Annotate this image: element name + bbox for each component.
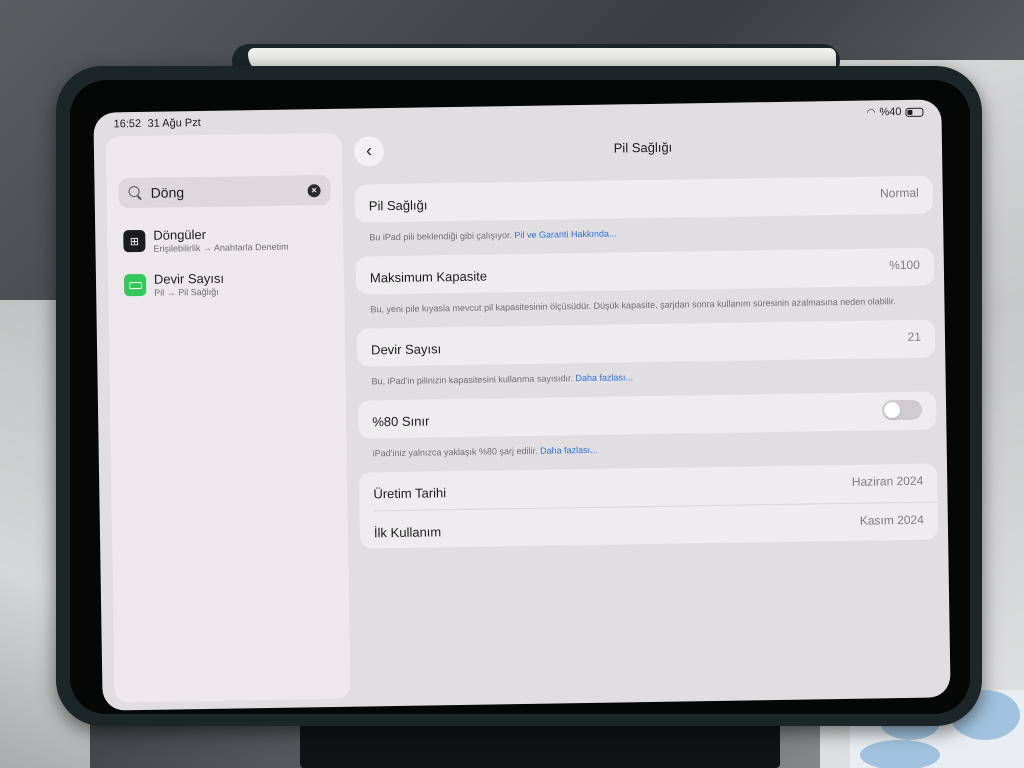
status-right: ◠ %40 [867,106,924,119]
max-capacity-footnote: Bu, yeni pile kıyasla mevcut pil kapasit… [370,296,896,315]
cycle-more-link[interactable]: Daha fazlası... [575,372,633,383]
clear-icon[interactable]: × [307,183,321,197]
battery-health-card: Pil Sağlığı Normal [354,175,934,223]
search-result-donguler[interactable]: ⊞ Döngüler Erişilebilirlik → Anahtarla D… [123,225,333,254]
search-icon [129,186,143,200]
search-field[interactable]: Döng × [118,174,331,209]
status-time: 16:52 [113,117,142,131]
result-subtitle: Pil → Pil Sağlığı [154,286,219,298]
first-use-row: İlk Kullanım Kasım 2024 [373,501,939,549]
battery-app-icon [123,273,147,297]
manufacture-date-label: Üretim Tarihi [373,485,447,502]
limit-80-card: %80 Sınır [357,391,937,439]
manufacture-date-value: Haziran 2024 [851,473,924,489]
limit-80-toggle[interactable] [881,399,923,421]
wifi-icon: ◠ [866,106,876,119]
limit-80-label: %80 Sınır [372,413,430,430]
battery-health-row[interactable]: Pil Sağlığı Normal [355,176,934,223]
dates-card: Üretim Tarihi Haziran 2024 İlk Kullanım … [359,463,939,549]
footnote-text: Bu iPad pili beklendiği gibi çalışıyor. [369,230,513,243]
battery-percent: %40 [879,106,902,119]
footnote-text: Bu, iPad'in pilinizin kapasitesini kulla… [371,373,573,387]
result-title: Devir Sayısı [153,270,225,287]
max-capacity-label: Maksimum Kapasite [369,268,488,286]
footnote-text: iPad'iniz yalnızca yaklaşık %80 şarj edi… [372,445,538,459]
battery-health-value: Normal [879,185,919,201]
warranty-link[interactable]: Pil ve Garanti Hakkında... [514,228,616,240]
battery-icon [905,107,924,117]
battery-health-footnote: Bu iPad pili beklendiği gibi çalışıyor. … [369,228,616,242]
max-capacity-value: %100 [889,257,920,273]
limit-80-row: %80 Sınır [358,391,937,438]
accessibility-icon: ⊞ [123,229,146,253]
result-subtitle: Erişilebilirlik → Anahtarla Denetim [153,241,289,254]
limit-more-link[interactable]: Daha fazlası... [540,445,598,456]
battery-health-page: ‹ Pil Sağlığı Pil Sağlığı Normal Bu iPad… [350,123,945,698]
max-capacity-row: Maksimum Kapasite %100 [356,248,935,295]
search-input[interactable]: Döng [150,182,307,201]
cycle-count-card: Devir Sayısı 21 [356,319,936,367]
page-title: Pil Sağlığı [613,139,673,156]
cycle-count-footnote: Bu, iPad'in pilinizin kapasitesini kulla… [372,372,633,386]
battery-health-label: Pil Sağlığı [368,197,428,214]
cycle-count-label: Devir Sayısı [370,341,442,358]
max-capacity-card: Maksimum Kapasite %100 [355,247,935,295]
status-date: 31 Ağu Pzt [147,117,201,130]
cycle-count-row: Devir Sayısı 21 [357,320,936,367]
search-result-devir-sayisi[interactable]: Devir Sayısı Pil → Pil Sağlığı [123,269,334,298]
sidebar: Döng × ⊞ Döngüler Erişilebilirlik → Anah… [105,132,351,703]
limit-80-footnote: iPad'iniz yalnızca yaklaşık %80 şarj edi… [373,445,598,459]
cycle-count-value: 21 [907,329,922,344]
result-title: Döngüler [153,226,207,243]
first-use-value: Kasım 2024 [859,512,924,528]
first-use-label: İlk Kullanım [373,524,442,541]
ipad-screen: 16:52 31 Ağu Pzt ◠ %40 Döng × ⊞ Döngüler… [93,99,951,711]
